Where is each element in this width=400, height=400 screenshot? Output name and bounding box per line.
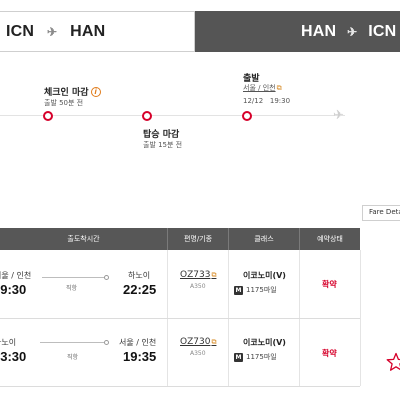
direct-label: 직항	[66, 285, 78, 292]
header-times: 출도착시간	[0, 228, 167, 250]
flight-number-link[interactable]: OZ730⧉	[180, 337, 216, 347]
airplane-icon: ✈	[333, 108, 344, 123]
miles-icon: M	[234, 353, 243, 362]
return-from: HAN	[301, 22, 337, 40]
miles-icon: M	[234, 286, 243, 295]
booking-status: 확약	[322, 280, 337, 289]
timeline-dot-boarding	[142, 111, 152, 121]
dep-time: 19:30	[0, 282, 27, 297]
direct-label: 직항	[67, 354, 79, 361]
route-line	[40, 342, 104, 343]
row-divider	[0, 386, 360, 387]
return-route[interactable]: HAN ✈ ICN	[301, 11, 396, 52]
departure-time: 19:30	[269, 97, 291, 105]
airplane-icon: ✈	[347, 24, 358, 39]
airplane-icon: ✈	[47, 24, 58, 39]
dep-city: 하노이	[0, 338, 17, 347]
itinerary-page: ICN ✈ HAN HAN ✈ ICN ✈ 체크인 마감 i 출발 50분 전 탑…	[0, 0, 400, 400]
row-divider	[0, 318, 360, 319]
cabin-class: 이코노미(V)	[243, 338, 286, 347]
boarding-sub: 출발 15분 전	[143, 141, 183, 149]
column-divider	[360, 250, 361, 386]
route-end-marker	[104, 275, 109, 280]
arr-city: 하노이	[128, 271, 151, 280]
star-icon[interactable]	[386, 352, 400, 372]
external-link-icon: ⧉	[211, 338, 217, 346]
flight-number-link[interactable]: OZ733⧉	[180, 270, 216, 280]
outbound-route[interactable]: ICN ✈ HAN	[6, 11, 105, 52]
checkin-sub: 출발 50분 전	[44, 99, 84, 107]
dep-city: 서울 / 인천	[0, 271, 32, 280]
booking-status: 확약	[322, 349, 337, 358]
checkin-label-text: 체크인 마감	[44, 88, 89, 98]
outbound-from: ICN	[6, 22, 35, 40]
header-flight: 편명/기종	[168, 228, 228, 250]
mileage: M 1175마일	[234, 352, 277, 362]
mileage-value: 1175마일	[246, 353, 277, 361]
mileage-value: 1175마일	[246, 286, 277, 294]
external-link-icon: ⧉	[276, 84, 282, 92]
header-status: 예약상태	[300, 228, 360, 250]
header-class: 클래스	[229, 228, 299, 250]
arr-city: 서울 / 인천	[119, 338, 157, 347]
dep-time: 13:30	[0, 349, 27, 364]
arr-time: 22:25	[123, 282, 157, 297]
external-link-icon: ⧉	[211, 271, 217, 279]
timeline-dot-checkin	[43, 111, 53, 121]
outbound-to: HAN	[70, 22, 106, 40]
departure-datetime: 12/12 19:30	[243, 97, 290, 105]
route-line	[42, 277, 104, 278]
arr-time: 19:35	[123, 349, 157, 364]
departure-date: 12/12	[243, 97, 264, 105]
fare-detail-button[interactable]: Fare Detail	[362, 205, 400, 221]
aircraft-type: A350	[190, 283, 206, 290]
flight-number[interactable]: OZ730	[180, 337, 210, 347]
departure-city-link[interactable]: 서울 / 인천	[243, 84, 276, 92]
route-end-marker	[104, 340, 109, 345]
return-to: ICN	[368, 22, 397, 40]
checkin-label: 체크인 마감 i	[44, 85, 101, 98]
cabin-class: 이코노미(V)	[243, 271, 286, 280]
mileage: M 1175마일	[234, 285, 277, 295]
flight-number[interactable]: OZ733	[180, 270, 210, 280]
info-icon[interactable]: i	[90, 87, 101, 97]
departure-city[interactable]: 서울 / 인천⧉	[243, 83, 282, 93]
aircraft-type: A350	[190, 350, 206, 357]
timeline-dot-departure	[242, 111, 252, 121]
boarding-label: 탑승 마감	[143, 130, 180, 140]
